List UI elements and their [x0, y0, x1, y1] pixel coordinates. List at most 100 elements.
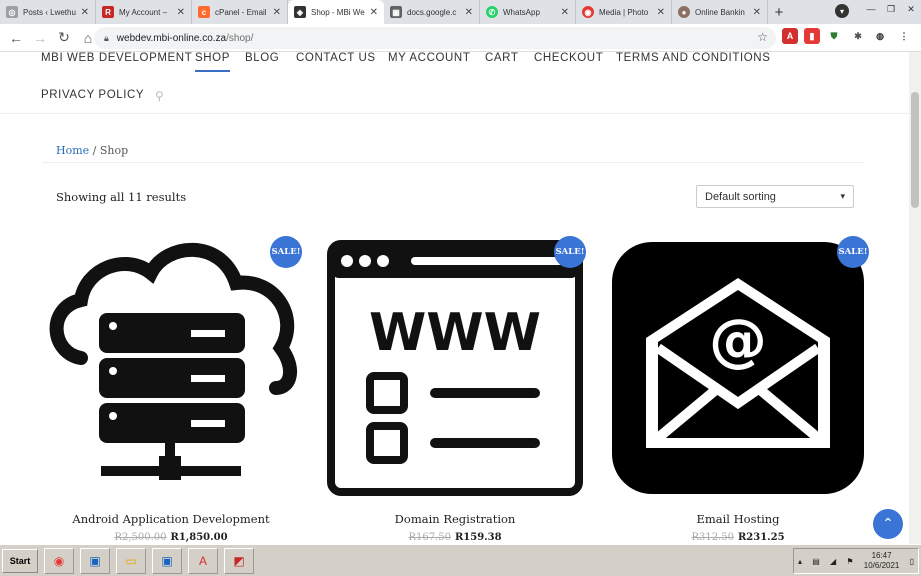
sale-price: R159.38 [454, 532, 502, 543]
old-price: R312.50 [691, 532, 734, 543]
search-icon[interactable]: ⚲ [155, 89, 164, 103]
nav-item-shop[interactable]: SHOP [195, 52, 230, 72]
close-icon[interactable]: ✕ [81, 7, 89, 18]
nav-item-blog[interactable]: BLOG [245, 52, 279, 64]
cloud-server-icon[interactable] [41, 238, 301, 498]
sorting-select[interactable]: Default sorting ▾ [696, 185, 854, 208]
menu-dots-icon[interactable]: ⋮ [896, 28, 912, 44]
url-host: webdev.mbi-online.co.za [116, 32, 227, 44]
email-envelope-icon[interactable]: @ [608, 238, 868, 498]
doc-extension-icon[interactable]: ▮ [804, 28, 820, 44]
tab-label: cPanel - Email [215, 7, 267, 17]
back-arrow-icon[interactable]: ← [4, 26, 28, 50]
tab-label: WhatsApp [503, 7, 540, 17]
tab-label: docs.google.c [407, 7, 457, 17]
tray-network-icon[interactable]: ◢ [830, 557, 836, 566]
nav-item-contact-us[interactable]: CONTACT US [296, 52, 376, 64]
reload-icon[interactable]: ↻ [52, 26, 76, 50]
browser-toolbar: ← → ↻ ⌂ 🔒︎ webdev.mbi-online.co.za/shop/… [0, 24, 921, 52]
os-taskbar: Start ◉ ▣ ▭ ▣ A ◩ ▴ ▤ ◢ ⚑ 16:47 10/6/202… [0, 544, 921, 576]
show-desktop-icon[interactable]: ▯ [910, 557, 914, 566]
breadcrumb-home-link[interactable]: Home [56, 144, 89, 157]
tab-label: Posts ‹ Lwethu [23, 7, 76, 17]
sorting-value: Default sorting [705, 190, 776, 203]
tab-docs-google[interactable]: ▦ docs.google.c ✕ [384, 0, 480, 24]
nav-item-checkout[interactable]: CHECKOUT [534, 52, 603, 64]
scroll-to-top-button[interactable]: ⌃ [873, 509, 903, 539]
svg-text:WWW: WWW [369, 303, 541, 363]
restore-icon[interactable]: ❐ [881, 0, 901, 18]
close-icon[interactable]: ✕ [753, 7, 761, 18]
nav-item-my-account[interactable]: MY ACCOUNT [388, 52, 470, 64]
tab-my-account[interactable]: R My Account – ✕ [96, 0, 192, 24]
r-logo-icon: R [102, 6, 114, 18]
wordpress-icon: ◎ [6, 6, 18, 18]
main-navigation: MBI WEB DEVELOPMENT SHOP BLOG CONTACT US… [0, 52, 909, 114]
close-icon[interactable]: ✕ [561, 7, 569, 18]
lock-icon[interactable]: 🔒︎ [104, 33, 109, 44]
cpanel-icon: c [198, 6, 210, 18]
tray-expand-icon[interactable]: ▴ [798, 557, 802, 566]
tray-flag-icon[interactable]: ⚑ [846, 557, 853, 566]
product-title[interactable]: Domain Registration [325, 512, 585, 526]
docs-icon: ▦ [390, 6, 402, 18]
minimize-icon[interactable]: — [861, 0, 881, 18]
pdf-extension-icon[interactable]: A [782, 28, 798, 44]
tab-media[interactable]: ◉ Media | Photo ✕ [576, 0, 672, 24]
acrobat-taskbar-icon[interactable]: A [188, 547, 218, 574]
sale-badge: SALE! [270, 236, 302, 268]
tab-online-banking[interactable]: ● Online Bankin ✕ [672, 0, 768, 24]
close-icon[interactable]: ✕ [177, 7, 185, 18]
old-price: R2,500.00 [114, 532, 167, 543]
close-icon[interactable]: ✕ [273, 7, 281, 18]
tab-shop[interactable]: ◈ Shop - MBi We ✕ [288, 0, 384, 24]
close-icon[interactable]: ✕ [370, 7, 378, 18]
bank-icon: ● [678, 6, 690, 18]
sale-badge: SALE! [837, 236, 869, 268]
shield-extension-icon[interactable]: ⛊ [826, 28, 842, 44]
puzzle-extensions-icon[interactable]: ✱ [850, 28, 866, 44]
app-taskbar-icon[interactable]: ◩ [224, 547, 254, 574]
browser-www-icon[interactable]: WWW [325, 238, 585, 498]
clock-time: 16:47 [871, 551, 892, 560]
system-tray: ▴ ▤ ◢ ⚑ 16:47 10/6/2021 ▯ [793, 548, 919, 574]
product-title[interactable]: Email Hosting [608, 512, 868, 526]
nav-item-privacy-policy[interactable]: PRIVACY POLICY [41, 89, 144, 101]
start-button[interactable]: Start [2, 548, 38, 573]
tab-search-icon[interactable]: ▾ [835, 4, 849, 18]
remote-taskbar-icon[interactable]: ▣ [152, 547, 182, 574]
tab-label: Media | Photo [599, 7, 649, 17]
bookmark-star-icon[interactable]: ☆ [757, 30, 768, 44]
close-window-icon[interactable]: ✕ [901, 0, 921, 18]
clock[interactable]: 16:47 10/6/2021 [864, 551, 900, 571]
page-scrollbar[interactable] [909, 52, 921, 544]
tab-posts[interactable]: ◎ Posts ‹ Lwethu ✕ [0, 0, 96, 24]
close-icon[interactable]: ✕ [657, 7, 665, 18]
chrome-taskbar-icon[interactable]: ◉ [44, 547, 74, 574]
tab-cpanel[interactable]: c cPanel - Email ✕ [192, 0, 288, 24]
new-tab-button[interactable]: + [768, 0, 790, 24]
close-icon[interactable]: ✕ [465, 7, 473, 18]
divider [42, 162, 864, 163]
folder-taskbar-icon[interactable]: ▭ [116, 547, 146, 574]
tray-app-icon[interactable]: ▤ [812, 557, 820, 566]
network-taskbar-icon[interactable]: ▣ [80, 547, 110, 574]
tab-whatsapp[interactable]: ✆ WhatsApp ✕ [480, 0, 576, 24]
nav-item-terms[interactable]: TERMS AND CONDITIONS [616, 52, 770, 64]
profile-icon[interactable]: ◍ [872, 28, 888, 44]
nav-item-brand[interactable]: MBI WEB DEVELOPMENT [41, 52, 192, 64]
url-path: /shop/ [226, 32, 254, 44]
media-icon: ◉ [582, 6, 594, 18]
browser-tab-strip: ◎ Posts ‹ Lwethu ✕ R My Account – ✕ c cP… [0, 0, 921, 24]
tab-label: My Account – [119, 7, 168, 17]
site-icon: ◈ [294, 6, 306, 18]
nav-item-cart[interactable]: CART [485, 52, 519, 64]
tab-label: Shop - MBi We [311, 7, 365, 17]
result-count: Showing all 11 results [56, 190, 187, 204]
address-bar[interactable]: 🔒︎ webdev.mbi-online.co.za/shop/ ☆ [94, 27, 776, 49]
product-title[interactable]: Android Application Development [41, 512, 301, 526]
tab-label: Online Bankin [695, 7, 745, 17]
clock-date: 10/6/2021 [863, 561, 900, 570]
scrollbar-thumb[interactable] [911, 92, 919, 208]
forward-arrow-icon[interactable]: → [28, 26, 52, 50]
